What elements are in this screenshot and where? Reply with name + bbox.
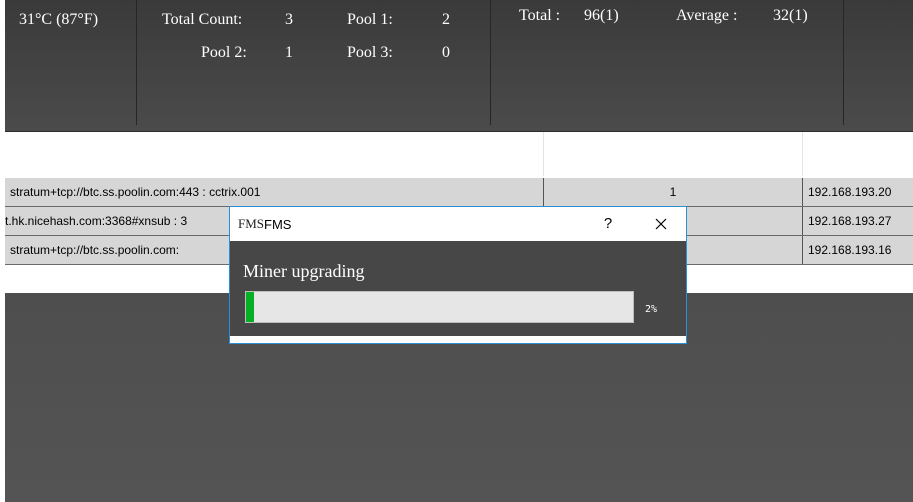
pool2-label: Pool 2: (201, 44, 247, 61)
temperature-value: 31°C (87°F) (19, 11, 99, 28)
dialog-title: FMS (264, 217, 292, 232)
column-divider (802, 132, 803, 176)
dialog-footer (230, 336, 686, 343)
table-row[interactable]: stratum+tcp://btc.ss.poolin.com:443 : cc… (5, 178, 913, 207)
ip-cell: 192.168.193.27 (808, 214, 892, 228)
pool1-value: 2 (442, 11, 450, 28)
column-divider (802, 207, 803, 235)
total-label: Total : (519, 7, 561, 24)
progress-fill (246, 292, 254, 322)
column-divider (543, 132, 544, 176)
pool-cell: stratum+tcp://btc.ss.poolin.com:443 : cc… (10, 185, 261, 199)
progress-bar (245, 291, 634, 323)
average-value: 32(1) (773, 7, 808, 24)
help-button[interactable]: ? (598, 212, 618, 236)
close-icon (655, 218, 667, 230)
progress-percent: 2% (645, 304, 658, 315)
total-count-value: 3 (285, 11, 293, 28)
stats-panel: 31°C (87°F) Total Count: 3 Pool 1: 2 Poo… (5, 0, 913, 132)
table-header (5, 132, 913, 176)
total-count-label: Total Count: (162, 11, 243, 28)
close-button[interactable] (650, 212, 672, 236)
upgrade-dialog: FMS FMS ? Miner upgrading 2% (229, 206, 687, 344)
column-divider (802, 236, 803, 264)
ip-cell: 192.168.193.16 (808, 243, 892, 257)
fms-logo-icon: FMS (238, 216, 265, 231)
panel-divider (843, 0, 844, 125)
ip-cell: 192.168.193.20 (808, 185, 892, 199)
pool3-label: Pool 3: (347, 44, 393, 61)
dialog-titlebar[interactable]: FMS FMS ? (230, 207, 686, 241)
panel-divider (490, 0, 491, 125)
pool3-value: 0 (442, 44, 450, 61)
column-divider (802, 178, 803, 206)
average-label: Average : (676, 7, 738, 24)
panel-divider (136, 0, 137, 125)
count-cell: 1 (669, 185, 677, 199)
total-value: 96(1) (584, 7, 619, 24)
pool2-value: 1 (285, 44, 293, 61)
pool1-label: Pool 1: (347, 11, 393, 28)
dialog-message: Miner upgrading (243, 261, 365, 281)
